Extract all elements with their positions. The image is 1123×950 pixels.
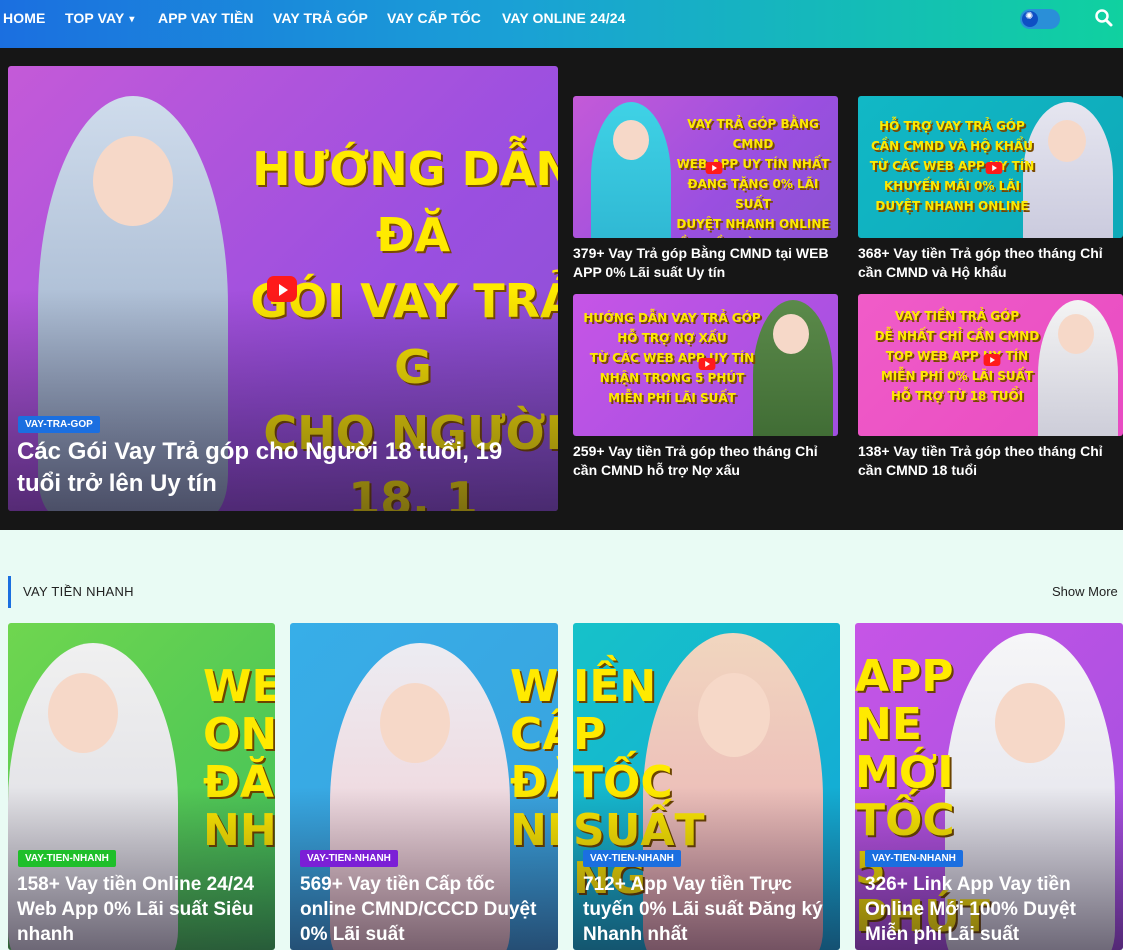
featured-side-card-3[interactable]: HƯỚNG DẪN VAY TRẢ GÓP HỖ TRỢ NỢ XẤU TỪ C… xyxy=(573,294,838,436)
search-icon[interactable] xyxy=(1094,8,1114,28)
top-navbar: HOME TOP VAY ▾ APP VAY TIỀN VAY TRẢ GÓP V… xyxy=(0,0,1123,48)
post-card-badge-2[interactable]: VAY-TIEN-NHANH xyxy=(300,850,398,867)
featured-side-card-2[interactable]: HỖ TRỢ VAY TRẢ GÓP CẦN CMND VÀ HỘ KHẨU T… xyxy=(858,96,1123,238)
featured-side-title-4[interactable]: 138+ Vay tiền Trả góp theo tháng Chỉ cần… xyxy=(858,442,1123,480)
featured-side-image-1 xyxy=(591,102,671,238)
nav-top-vay-label: TOP VAY xyxy=(65,10,125,26)
nav-top-vay[interactable]: TOP VAY ▾ xyxy=(65,10,134,28)
post-card-badge-1[interactable]: VAY-TIEN-NHANH xyxy=(18,850,116,867)
nav-vay-online-24-24[interactable]: VAY ONLINE 24/24 xyxy=(502,10,626,26)
featured-side-image-text-3: HƯỚNG DẪN VAY TRẢ GÓP HỖ TRỢ NỢ XẤU TỪ C… xyxy=(583,311,761,405)
nav-vay-cap-toc[interactable]: VAY CẤP TỐC xyxy=(387,10,481,26)
dark-mode-toggle[interactable] xyxy=(1020,9,1060,29)
nav-vay-tra-gop[interactable]: VAY TRẢ GÓP xyxy=(273,10,368,26)
play-icon xyxy=(985,162,1003,174)
play-icon xyxy=(698,358,716,370)
post-card-title-2[interactable]: 569+ Vay tiền Cấp tốc online CMND/CCCD D… xyxy=(300,872,550,947)
section-title: VAY TIỀN NHANH xyxy=(23,584,134,599)
chevron-down-icon: ▾ xyxy=(129,14,135,25)
featured-side-card-1[interactable]: VAY TRẢ GÓP BẰNG CMND WEB APP UY TÍN NHẤ… xyxy=(573,96,838,238)
featured-side-image-text-1: VAY TRẢ GÓP BẰNG CMND WEB APP UY TÍN NHẤ… xyxy=(670,117,836,238)
nav-app-vay-tien[interactable]: APP VAY TIỀN xyxy=(158,10,254,26)
section-accent-bar xyxy=(8,576,11,608)
post-card-title-3[interactable]: 712+ App Vay tiền Trực tuyến 0% Lãi suất… xyxy=(583,872,833,947)
post-card-title-4[interactable]: 326+ Link App Vay tiền Online Mới 100% D… xyxy=(865,872,1115,947)
featured-main-title[interactable]: Các Gói Vay Trả góp cho Người 18 tuổi, 1… xyxy=(17,436,537,500)
featured-side-title-2[interactable]: 368+ Vay tiền Trả góp theo tháng Chỉ cần… xyxy=(858,244,1123,282)
featured-side-image-text-4: VAY TIỀN TRẢ GÓP DỄ NHẤT CHỈ CẦN CMND TO… xyxy=(874,309,1040,403)
play-icon xyxy=(705,162,723,174)
nav-home[interactable]: HOME xyxy=(3,10,45,26)
show-more-link[interactable]: Show More xyxy=(1052,584,1118,599)
featured-side-title-3[interactable]: 259+ Vay tiền Trả góp theo tháng Chỉ cần… xyxy=(573,442,838,480)
featured-side-card-4[interactable]: VAY TIỀN TRẢ GÓP DỄ NHẤT CHỈ CẦN CMND TO… xyxy=(858,294,1123,436)
featured-side-title-1[interactable]: 379+ Vay Trả góp Bằng CMND tại WEB APP 0… xyxy=(573,244,838,282)
featured-side-image-text-2: HỖ TRỢ VAY TRẢ GÓP CẦN CMND VÀ HỘ KHẨU T… xyxy=(869,119,1035,213)
featured-main-badge[interactable]: VAY-TRA-GOP xyxy=(18,416,100,433)
post-card-title-1[interactable]: 158+ Vay tiền Online 24/24 Web App 0% Lã… xyxy=(17,872,267,947)
post-card-badge-3[interactable]: VAY-TIEN-NHANH xyxy=(583,850,681,867)
play-icon xyxy=(983,354,1001,366)
post-card-badge-4[interactable]: VAY-TIEN-NHANH xyxy=(865,850,963,867)
sun-icon xyxy=(1022,11,1038,27)
